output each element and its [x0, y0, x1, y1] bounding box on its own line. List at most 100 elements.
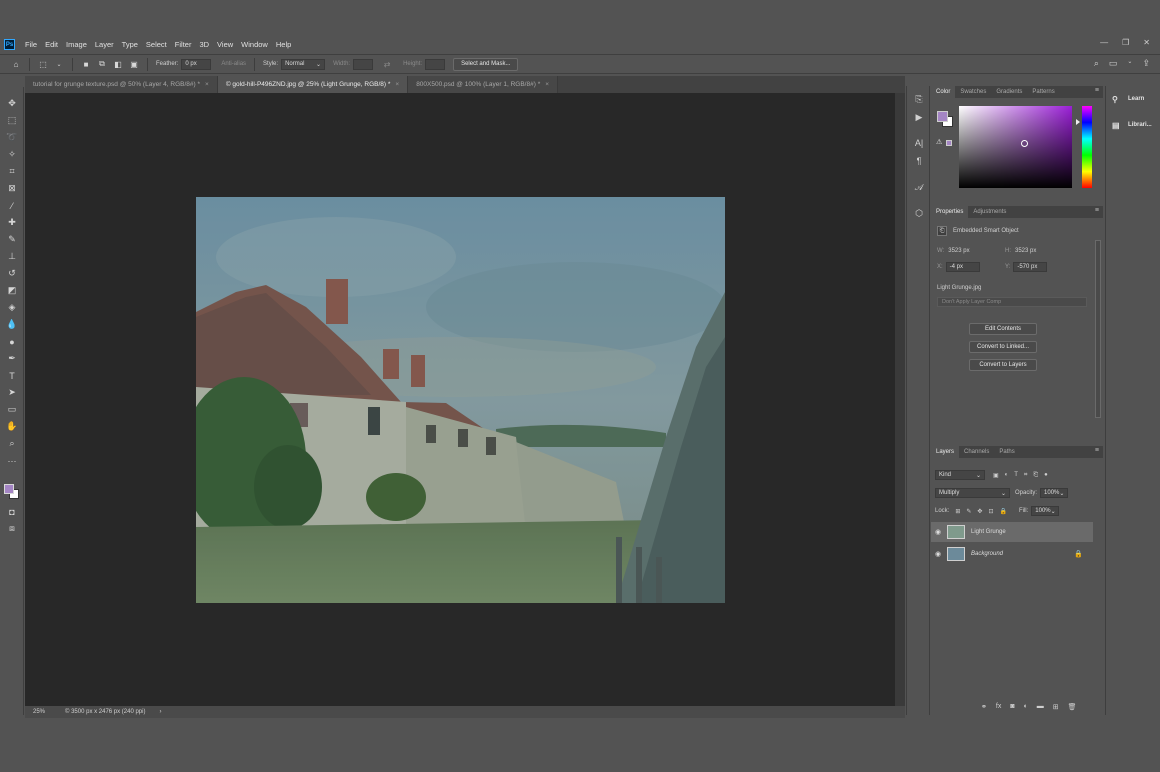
zoom-tool-icon[interactable]: ⌕ [0, 435, 24, 452]
lock-all-icon[interactable]: 🔒 [999, 508, 1006, 515]
marquee-tool-preset-icon[interactable]: ⬚ [37, 58, 49, 70]
dodge-tool-icon[interactable]: ● [0, 333, 24, 350]
workspace-icon[interactable]: ▭ [1109, 58, 1118, 69]
eyedropper-tool-icon[interactable]: ⁄ [0, 197, 24, 214]
new-layer-icon[interactable]: ⊞ [1053, 703, 1059, 711]
tab-gradients[interactable]: Gradients [991, 86, 1027, 98]
glyphs-panel-icon[interactable]: 𝒜 [907, 178, 931, 196]
libraries-panel-button[interactable]: ▤ Librari... [1106, 112, 1160, 138]
add-mask-icon[interactable]: ◙ [1010, 703, 1014, 711]
y-input[interactable]: -570 px [1013, 262, 1048, 272]
menu-filter[interactable]: Filter [171, 40, 196, 49]
layer-name[interactable]: Background [971, 551, 1003, 557]
character-panel-icon[interactable]: A| [907, 134, 931, 152]
new-selection-icon[interactable]: ■ [80, 58, 92, 70]
rectangle-tool-icon[interactable]: ▭ [0, 401, 24, 418]
filter-toggle-icon[interactable]: ● [1044, 472, 1048, 478]
visibility-eye-icon[interactable]: ◉ [931, 528, 945, 536]
link-layers-icon[interactable]: ⚭ [981, 703, 987, 711]
visibility-eye-icon[interactable]: ◉ [931, 550, 945, 558]
tab-color[interactable]: Color [931, 86, 956, 98]
color-picker-cursor[interactable] [1021, 140, 1028, 147]
clone-stamp-tool-icon[interactable]: ⊥ [0, 248, 24, 265]
brush-tool-icon[interactable]: ✎ [0, 231, 24, 248]
menu-window[interactable]: Window [237, 40, 272, 49]
layer-style-icon[interactable]: fx [996, 703, 1001, 711]
layer-name[interactable]: Light Grunge [971, 529, 1006, 535]
hand-tool-icon[interactable]: ✋ [0, 418, 24, 435]
x-input[interactable]: -4 px [945, 262, 980, 272]
menu-select[interactable]: Select [142, 40, 171, 49]
tab-swatches[interactable]: Swatches [955, 86, 991, 98]
panel-menu-icon[interactable]: ≡ [1095, 87, 1099, 94]
filter-smart-object-icon[interactable]: ⎗ [1033, 472, 1038, 479]
menu-image[interactable]: Image [62, 40, 91, 49]
type-tool-icon[interactable]: T [0, 367, 24, 384]
new-group-icon[interactable]: ▬ [1037, 703, 1044, 711]
menu-3d[interactable]: 3D [195, 40, 213, 49]
path-selection-tool-icon[interactable]: ➤ [0, 384, 24, 401]
tab-properties[interactable]: Properties [931, 206, 969, 218]
learn-panel-button[interactable]: ⚲ Learn [1106, 86, 1160, 112]
history-panel-icon[interactable]: ⎘ [907, 90, 931, 108]
rectangular-marquee-tool-icon[interactable]: ⬚ [0, 112, 24, 129]
restore-icon[interactable]: ❐ [1122, 38, 1129, 47]
lock-artboard-icon[interactable]: ⊡ [988, 508, 993, 515]
filter-shape-icon[interactable]: ⌗ [1024, 472, 1027, 479]
convert-to-layers-button[interactable]: Convert to Layers [969, 359, 1037, 371]
tab-layers[interactable]: Layers [931, 446, 960, 458]
foreground-color-swatch[interactable] [937, 111, 948, 122]
eraser-tool-icon[interactable]: ◩ [0, 282, 24, 299]
intersect-selection-icon[interactable]: ▣ [128, 58, 140, 70]
width-input[interactable] [353, 58, 374, 70]
lock-image-icon[interactable]: ✎ [966, 508, 971, 515]
search-icon[interactable]: ⌕ [1094, 58, 1099, 69]
menu-edit[interactable]: Edit [41, 40, 62, 49]
close-icon[interactable]: ✕ [1143, 38, 1150, 47]
chevron-down-icon[interactable]: ⌄ [1127, 58, 1132, 69]
3d-panel-icon[interactable]: ⬡ [907, 204, 931, 222]
filter-kind-select[interactable]: Kind ⌄ [935, 470, 985, 480]
menu-help[interactable]: Help [272, 40, 295, 49]
lock-transparent-icon[interactable]: ⊞ [955, 508, 960, 515]
quick-mask-icon[interactable]: ◘ [0, 503, 24, 520]
tab-adjustments[interactable]: Adjustments [968, 206, 1011, 218]
lasso-tool-icon[interactable]: ➰ [0, 129, 24, 146]
home-icon[interactable]: ⌂ [10, 58, 22, 70]
menu-view[interactable]: View [213, 40, 237, 49]
history-brush-tool-icon[interactable]: ↺ [0, 265, 24, 282]
chevron-down-icon[interactable]: ⌄ [53, 58, 65, 70]
close-icon[interactable]: × [395, 81, 399, 88]
healing-brush-tool-icon[interactable]: ✚ [0, 214, 24, 231]
tab-channels[interactable]: Channels [959, 446, 994, 458]
canvas-area[interactable] [25, 93, 895, 706]
magic-wand-tool-icon[interactable]: ✧ [0, 146, 24, 163]
hue-slider-arrow[interactable] [1076, 119, 1080, 125]
zoom-level[interactable]: 25% [33, 709, 61, 715]
screen-mode-icon[interactable]: ⧈ [0, 520, 24, 537]
crop-tool-icon[interactable]: ⌗ [0, 163, 24, 180]
tab-patterns[interactable]: Patterns [1027, 86, 1059, 98]
opacity-input[interactable]: 100% ⌄ [1040, 488, 1069, 498]
paint-bucket-tool-icon[interactable]: ◈ [0, 299, 24, 316]
h-value[interactable]: 3523 px [1015, 248, 1036, 254]
share-icon[interactable]: ⇪ [1142, 58, 1150, 69]
warning-icon[interactable]: ⚠ [936, 138, 942, 146]
layer-comp-select[interactable]: Don't Apply Layer Comp [937, 297, 1087, 307]
style-select[interactable]: Normal ⌄ [281, 58, 326, 70]
add-to-selection-icon[interactable]: ⧉ [96, 58, 108, 70]
menu-layer[interactable]: Layer [91, 40, 118, 49]
hue-slider[interactable] [1082, 106, 1092, 188]
properties-scrollbar[interactable] [1095, 240, 1101, 418]
document-image[interactable] [196, 197, 725, 603]
actions-panel-icon[interactable]: ▶ [907, 108, 931, 126]
move-tool-icon[interactable]: ✥ [0, 95, 24, 112]
panel-menu-icon[interactable]: ≡ [1095, 447, 1099, 454]
feather-input[interactable]: 0 px [181, 58, 212, 70]
select-and-mask-button[interactable]: Select and Mask... [453, 57, 519, 71]
minimize-icon[interactable]: — [1100, 38, 1108, 47]
tab-document-1[interactable]: tutorial for grunge texture.psd @ 50% (L… [25, 76, 218, 93]
fill-input[interactable]: 100% ⌄ [1031, 506, 1060, 516]
delete-layer-icon[interactable]: 🗑 [1068, 703, 1077, 711]
vertical-scrollbar[interactable] [895, 93, 905, 706]
